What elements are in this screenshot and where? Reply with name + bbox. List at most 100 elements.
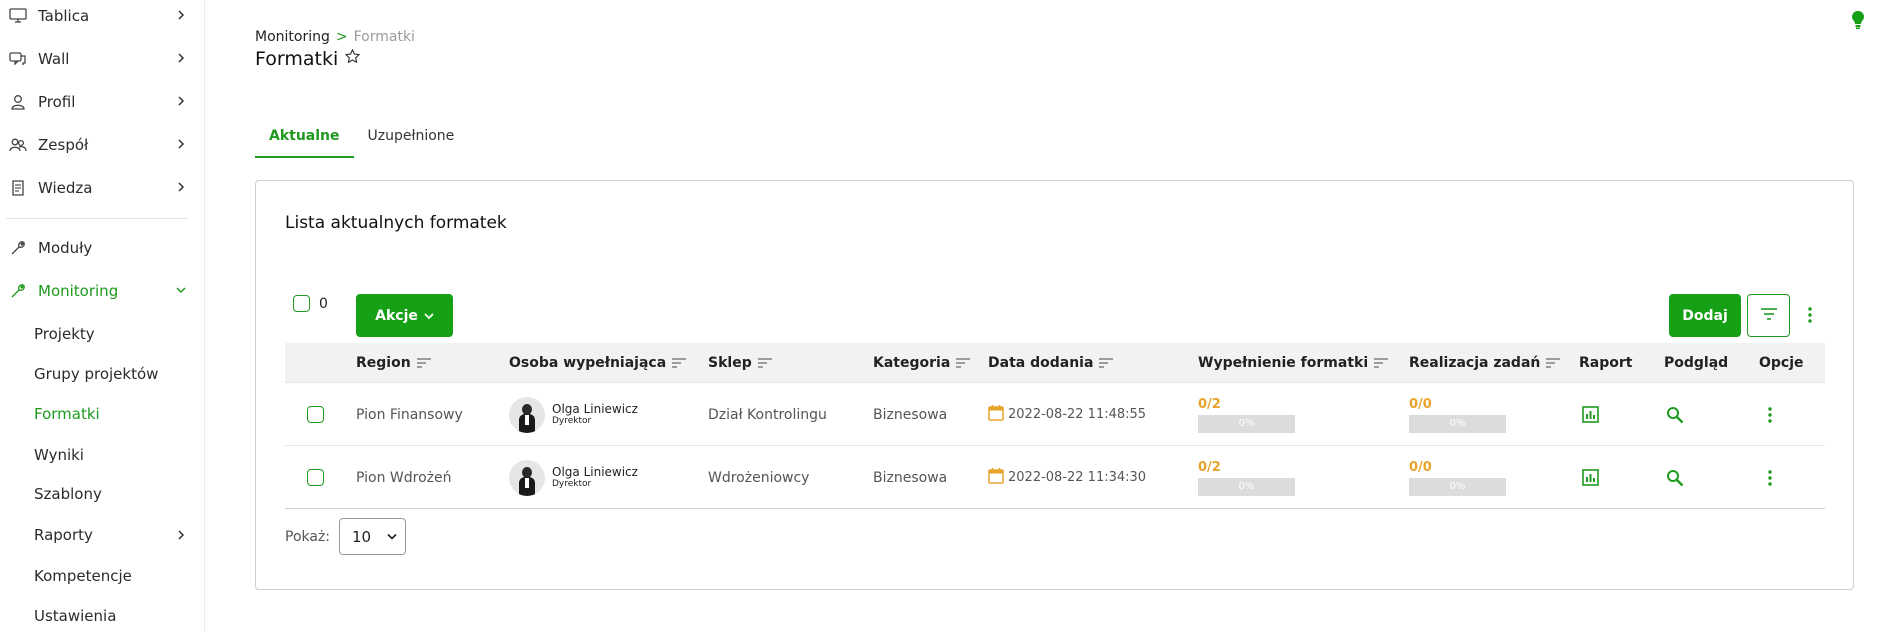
sidebar-subitem-grupy-projektow[interactable]: Grupy projektów [34,362,190,386]
selection-toolbar: 0 [293,295,328,312]
sidebar-divider [6,218,188,219]
sort-icon[interactable] [757,358,772,368]
card-title: Lista aktualnych formatek [285,213,507,233]
sidebar-subitem-formatki[interactable]: Formatki [34,402,190,426]
cell-person: Olga Liniewicz Dyrektor [509,446,638,509]
chevron-right-icon [174,94,188,108]
chat-icon [8,49,28,69]
sort-icon[interactable] [1546,358,1561,368]
sidebar-subitem-projekty[interactable]: Projekty [34,322,190,346]
tasks-count: 0/0 [1409,396,1432,412]
calendar-icon [988,467,1004,488]
sidebar-item-monitoring[interactable]: Monitoring [8,276,190,306]
sidebar-subitem-kompetencje[interactable]: Kompetencje [34,564,190,588]
cell-shop: Wdrożeniowcy [708,469,810,486]
chevron-right-icon [174,180,188,194]
actions-button[interactable]: Akcje [356,294,453,337]
column-header-label: Region [356,355,411,371]
column-header-region[interactable]: Region [356,343,431,383]
sidebar-item-label: Tablica [38,7,90,25]
sidebar-subitem-label: Kompetencje [34,567,132,585]
person-name: Olga Liniewicz [552,402,638,416]
column-header-date[interactable]: Data dodania [988,343,1114,383]
breadcrumb-root[interactable]: Monitoring [255,29,330,45]
table-row: Pion Finansowy Olga Liniewicz Dyrektor D… [285,383,1825,446]
column-header-tasks[interactable]: Realizacja zadań [1409,343,1561,383]
avatar [509,396,545,433]
fill-count: 0/2 [1198,396,1221,412]
sort-icon[interactable] [1374,358,1389,368]
row-options-icon[interactable] [1759,404,1781,426]
sidebar-item-wall[interactable]: Wall [8,44,190,74]
table-header: Region Osoba wypełniająca Sklep Kategori… [285,343,1825,383]
cell-report [1579,383,1601,446]
chevron-down-icon [174,283,188,297]
sidebar-subitem-wyniki[interactable]: Wyniki [34,443,190,467]
cell-region: Pion Finansowy [356,406,463,423]
sidebar-subitem-label: Projekty [34,325,95,343]
search-icon[interactable] [1664,404,1686,426]
sidebar-item-wiedza[interactable]: Wiedza [8,173,190,203]
row-options-icon[interactable] [1759,467,1781,489]
team-icon [8,135,28,155]
tasks-progress-bar: 0% [1409,477,1506,496]
date-text: 2022-08-22 11:34:30 [1008,470,1147,485]
tasks-count: 0/0 [1409,459,1432,475]
cell-preview [1664,383,1686,446]
column-header-shop[interactable]: Sklep [708,343,772,383]
fill-progress-bar: 0% [1198,477,1295,496]
sort-icon[interactable] [672,358,687,368]
report-chart-icon[interactable] [1579,467,1601,489]
actions-button-label: Akcje [375,307,418,324]
fill-progress-bar: 0% [1198,414,1295,433]
sort-icon[interactable] [416,358,431,368]
cell-region: Pion Wdrożeń [356,469,452,486]
sidebar-subitem-label: Formatki [34,405,100,423]
sidebar-item-moduly[interactable]: Moduły [8,233,190,263]
chevron-right-icon [174,51,188,65]
column-header-category[interactable]: Kategoria [873,343,971,383]
sidebar-item-profil[interactable]: Profil [8,87,190,117]
tab-aktualne[interactable]: Aktualne [255,122,354,158]
sidebar-item-zespol[interactable]: Zespół [8,130,190,160]
sidebar-item-label: Zespół [38,136,89,154]
fill-count: 0/2 [1198,459,1221,475]
tab-uzupelnione[interactable]: Uzupełnione [354,122,469,158]
star-icon[interactable] [344,48,361,70]
page-size-label: Pokaż: [285,528,331,545]
page-size-select[interactable]: 10 [339,518,407,555]
chevron-right-icon [174,528,188,542]
column-header-label: Opcje [1759,355,1804,371]
column-header-fill[interactable]: Wypełnienie formatki [1198,343,1389,383]
wrench-icon [8,238,28,258]
cell-options [1759,383,1781,446]
column-header-label: Osoba wypełniająca [509,355,667,371]
more-options-icon[interactable] [1804,303,1816,327]
sidebar-subitem-ustawienia[interactable]: Ustawienia [34,604,190,628]
row-checkbox[interactable] [307,469,324,486]
sidebar-subitem-szablony[interactable]: Szablony [34,482,190,506]
sidebar-subitem-label: Szablony [34,485,102,503]
cell-preview [1664,446,1686,509]
sidebar-item-tablica[interactable]: Tablica [8,1,190,31]
forms-card: Lista aktualnych formatek 0 Akcje Dodaj … [255,180,1854,590]
sort-icon[interactable] [1099,358,1114,368]
sidebar-subitem-raporty[interactable]: Raporty [34,523,190,547]
select-all-checkbox[interactable] [293,295,310,312]
sidebar-subitem-label: Ustawienia [34,607,117,625]
row-checkbox[interactable] [307,406,324,423]
cell-report [1579,446,1601,509]
lightbulb-icon[interactable] [1851,10,1865,30]
column-header-preview: Podgląd [1664,343,1728,383]
add-button[interactable]: Dodaj [1669,294,1741,337]
search-icon[interactable] [1664,467,1686,489]
column-header-report: Raport [1579,343,1632,383]
sort-icon[interactable] [956,358,971,368]
report-chart-icon[interactable] [1579,404,1601,426]
avatar [509,459,545,496]
sidebar-item-label: Profil [38,93,76,111]
filter-button[interactable] [1747,294,1790,337]
person-role: Dyrektor [552,479,592,489]
column-header-person[interactable]: Osoba wypełniająca [509,343,687,383]
cell-category: Biznesowa [873,469,948,486]
